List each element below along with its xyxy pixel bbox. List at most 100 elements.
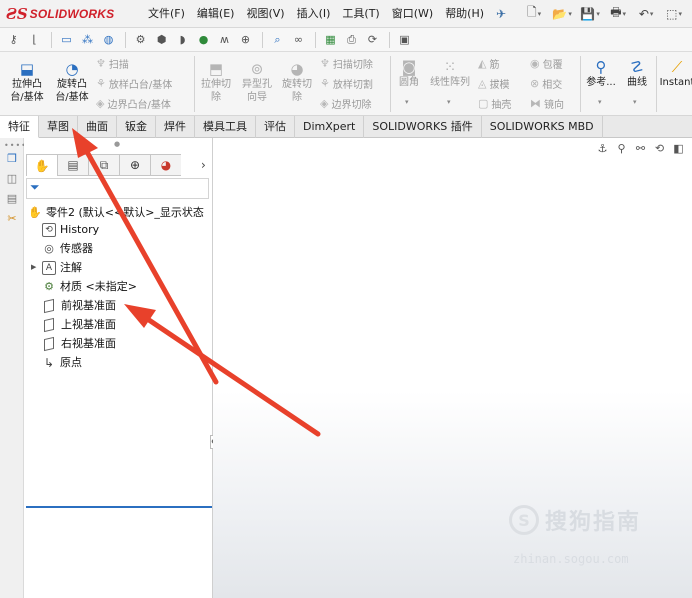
globe-icon[interactable]: ◍ [99,30,118,49]
hole-wizard-button[interactable]: ⊚ 异型孔 向导 [236,60,278,104]
tools-icon[interactable]: ✂ [4,212,20,228]
key-icon[interactable]: ⚷ [4,30,23,49]
feature-tree-filter[interactable]: ⏷ [26,178,209,199]
tree-item-history[interactable]: ⟲ History [42,221,99,239]
configuration-manager-tab-icon[interactable]: ⧉ [88,154,119,176]
display-manager-tab-icon[interactable]: ◕ [150,154,181,176]
tab-surfaces[interactable]: 曲面 [78,116,117,138]
zoom-icon[interactable]: ⌕ [268,30,287,49]
curves-button[interactable]: ☡ 曲线 [620,58,654,89]
tab-sketch[interactable]: 草图 [39,116,78,138]
binoculars-icon[interactable]: ∞ [289,30,308,49]
tab-solidworks-mbd[interactable]: SOLIDWORKS MBD [482,116,603,138]
revolve-boss-button[interactable]: ◔ 旋转凸 台/基体 [50,60,94,104]
part-root-node[interactable]: ✋ 零件2 (默认<<默认>_显示状态 [28,204,204,222]
3d-view-icon[interactable]: ❒ [4,152,20,168]
tab-weldments[interactable]: 焊件 [156,116,195,138]
document-icon[interactable]: ▤ [4,192,20,208]
intersect-button[interactable]: ⊗ 相交 [530,76,562,91]
tree-item-top-plane[interactable]: 上视基准面 [42,316,116,334]
spreadsheet-icon[interactable]: ▦ [321,30,340,49]
dimxpert-manager-tab-icon[interactable]: ⊕ [119,154,150,176]
plug-icon[interactable]: ⊕ [236,30,255,49]
shell-button[interactable]: ▢ 抽壳 [478,96,511,111]
tree-item-material[interactable]: ⚙ 材质 <未指定> [42,278,137,296]
tree-item-right-plane[interactable]: 右视基准面 [42,335,116,353]
select-icon[interactable]: ⬚ ▾ [660,3,688,25]
rib-button[interactable]: ◭ 筋 [478,56,499,71]
feature-manager-tab-icon[interactable]: ✋ [26,154,57,176]
menu-edit[interactable]: 编辑(E) [191,0,241,28]
bowl-icon[interactable]: ◗ [173,30,192,49]
tree-item-sensors[interactable]: ◎ 传感器 [42,240,93,258]
draft-button[interactable]: ◬ 拔模 [478,76,509,91]
fillet-dropdown-icon[interactable]: ▾ [405,98,409,106]
rollback-bar[interactable] [26,506,212,508]
instant3d-button[interactable]: ⟋ Instant [657,58,692,89]
boundary-cut-button[interactable]: ◈ 边界切除 [320,96,371,111]
more-tabs-chevron-icon[interactable]: › [201,154,206,176]
sweep-button[interactable]: ♆ 扫描 [96,56,129,71]
tree-item-front-plane[interactable]: 前视基准面 [42,297,116,315]
linear-pattern-button[interactable]: ⁙ 线性阵列 [426,58,474,89]
section-view-icon[interactable]: ◧ [669,142,688,158]
sweep-cut-button[interactable]: ♆ 扫描切除 [320,56,373,71]
property-manager-tab-icon[interactable]: ▤ [57,154,88,176]
zoom-to-fit-icon[interactable]: ⚲ [612,142,631,158]
tab-dimxpert[interactable]: DimXpert [295,116,365,138]
previous-view-icon[interactable]: ⟲ [650,142,669,158]
extrude-cut-button[interactable]: ⬒ 拉伸切 除 [196,60,236,104]
tab-mold-tools[interactable]: 模具工具 [195,116,256,138]
corner-icon[interactable]: ⌊ [25,30,44,49]
menu-view[interactable]: 视图(V) [240,0,290,28]
boundary-boss-button[interactable]: ◈ 边界凸台/基体 [96,96,171,111]
menu-insert[interactable]: 插入(I) [291,0,337,28]
zoom-area-icon[interactable]: ⚯ [631,142,650,158]
assembly-icon[interactable]: ⁂ [78,30,97,49]
expand-annotations-icon[interactable]: ▶ [31,263,36,271]
menu-tools[interactable]: 工具(T) [336,0,385,28]
mirror-button[interactable]: ⧓ 镜向 [530,96,564,111]
orientation-icon[interactable]: ⚓ [593,142,612,158]
tab-features[interactable]: 特征 [0,116,39,138]
curves-dropdown-icon[interactable]: ▾ [633,98,637,106]
feature-manager-panel: ● ✋ ▤ ⧉ ⊕ ◕ › ⏷ ✋ 零件2 (默认<<默认>_显示状态 ⟲ Hi… [24,138,218,598]
layer-icon[interactable]: ◫ [4,172,20,188]
loft-boss-button[interactable]: ⚘ 放样凸台/基体 [96,76,172,91]
undo-icon[interactable]: ↶ ▾ [632,3,660,25]
print-icon[interactable]: 🖶 ▾ [604,3,632,25]
wrap-button[interactable]: ◉ 包覆 [530,56,563,71]
tab-solidworks-addins[interactable]: SOLIDWORKS 插件 [364,116,482,138]
tab-sheet-metal[interactable]: 钣金 [117,116,156,138]
menu-window[interactable]: 窗口(W) [386,0,439,28]
reference-dropdown-icon[interactable]: ▾ [598,98,602,106]
tree-item-origin[interactable]: ↳ 原点 [42,354,82,372]
menu-help[interactable]: 帮助(H) [439,0,490,28]
gear-icon[interactable]: ⚙ [131,30,150,49]
options-icon[interactable]: ▣ [395,30,414,49]
left-task-strip: ••••• ❒ ◫ ▤ ✂ [0,138,32,598]
location-pin-icon[interactable]: ● [194,30,213,49]
measure-icon[interactable]: ʍ [215,30,234,49]
graphics-area[interactable]: ⚓ ⚲ ⚯ ⟲ ◧ S 搜狗指南 zhinan.sogou.com [213,138,692,598]
reference-geometry-button[interactable]: ⚲ 参考... [582,58,620,89]
monitor-icon[interactable]: ▭ [57,30,76,49]
menu-file[interactable]: 文件(F) [142,0,191,28]
filter-icon[interactable]: ⏷ [30,180,40,195]
save-icon[interactable]: 💾 ▾ [576,3,604,25]
intersect-label: 相交 [542,80,563,91]
pattern-dropdown-icon[interactable]: ▾ [447,98,451,106]
panel-grip-icon[interactable]: ● [114,140,120,148]
revolve-cut-button[interactable]: ◕ 旋转切 除 [278,60,316,104]
fillet-button[interactable]: ◙ 圆角 [392,58,426,89]
new-document-icon[interactable]: 🗋 ▾ [520,3,548,25]
cube-icon[interactable]: ⬢ [152,30,171,49]
tab-evaluate[interactable]: 评估 [256,116,295,138]
open-icon[interactable]: 📂 ▾ [548,3,576,25]
loft-cut-button[interactable]: ⚘ 放样切割 [320,76,373,91]
tree-item-annotations[interactable]: A 注解 [42,259,82,277]
pin-menu-icon[interactable]: ✈ [496,7,506,21]
printer-icon[interactable]: ⎙ [342,30,361,49]
extrude-boss-button[interactable]: ⬓ 拉伸凸 台/基体 [4,60,50,104]
rebuild-icon[interactable]: ⟳ [363,30,382,49]
